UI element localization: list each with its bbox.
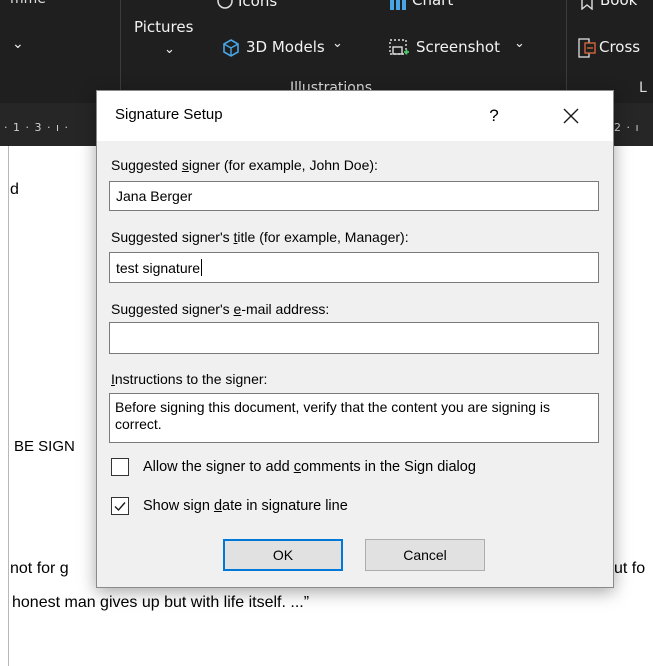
instructions-label: Instructions to the signer: bbox=[111, 371, 268, 387]
suggested-email-label: Suggested signer's e-mail address: bbox=[111, 301, 330, 317]
checkmark-icon bbox=[114, 502, 126, 512]
signature-setup-dialog: Signature Setup ? Suggested signer (for … bbox=[96, 90, 614, 588]
screenshot-button[interactable]: Screenshot bbox=[416, 38, 500, 56]
allow-comments-label[interactable]: Allow the signer to add comments in the … bbox=[143, 459, 476, 475]
cancel-button[interactable]: Cancel bbox=[365, 539, 485, 571]
pictures-button[interactable]: Pictures bbox=[134, 18, 193, 36]
suggested-signer-label: Suggested signer (for example, John Doe)… bbox=[111, 157, 378, 173]
3d-models-dropdown-icon[interactable]: ⌄ bbox=[332, 36, 343, 51]
bookmark-button[interactable]: Book bbox=[600, 0, 637, 9]
ribbon-separator bbox=[566, 0, 567, 90]
3d-models-icon bbox=[221, 38, 241, 62]
screenshot-icon bbox=[388, 38, 410, 62]
cross-reference-button[interactable]: Cross bbox=[599, 38, 640, 56]
pictures-dropdown-icon[interactable]: ⌄ bbox=[164, 42, 175, 57]
close-icon bbox=[563, 108, 579, 124]
suggested-signer-value: Jana Berger bbox=[116, 188, 193, 204]
document-text-fragment: honest man gives up but with life itself… bbox=[12, 594, 310, 611]
chart-icon bbox=[388, 0, 408, 14]
text-caret bbox=[201, 259, 203, 276]
screenshot-dropdown-icon[interactable]: ⌄ bbox=[514, 36, 525, 51]
help-button[interactable]: ? bbox=[477, 99, 511, 133]
document-text-fragment: not for g bbox=[10, 560, 69, 577]
show-sign-date-checkbox[interactable] bbox=[111, 497, 129, 515]
suggested-email-input[interactable] bbox=[109, 322, 599, 354]
ribbon-group-label-right: L bbox=[639, 80, 647, 96]
ruler-ticks-right: 2 · ı bbox=[614, 121, 640, 134]
suggested-title-value: test signature bbox=[116, 260, 201, 276]
close-button[interactable] bbox=[549, 99, 593, 133]
ribbon: mme ⌄ Pictures ⌄ Icons 3D Models ⌄ Chart… bbox=[0, 0, 653, 103]
ribbon-separator bbox=[120, 0, 121, 90]
instructions-textarea[interactable]: Before signing this document, verify tha… bbox=[109, 393, 599, 443]
show-sign-date-label[interactable]: Show sign date in signature line bbox=[143, 498, 348, 514]
suggested-title-input[interactable]: test signature bbox=[109, 252, 599, 283]
icons-button[interactable]: Icons bbox=[238, 0, 277, 10]
ribbon-fragment-top-left[interactable]: mme bbox=[10, 0, 46, 7]
icons-icon[interactable] bbox=[216, 0, 234, 14]
cross-reference-icon bbox=[578, 38, 596, 62]
chart-button[interactable]: Chart bbox=[412, 0, 453, 9]
ok-button[interactable]: OK bbox=[223, 539, 343, 571]
document-text-fragment: ut fo bbox=[614, 560, 646, 577]
ruler-ticks-left: · 1 · 3 · ı · bbox=[4, 121, 70, 134]
allow-comments-checkbox[interactable] bbox=[111, 458, 129, 476]
suggested-signer-input[interactable]: Jana Berger bbox=[109, 181, 599, 211]
suggested-title-label: Suggested signer's title (for example, M… bbox=[111, 229, 409, 245]
document-left-margin bbox=[8, 146, 9, 666]
instructions-value: Before signing this document, verify tha… bbox=[115, 399, 551, 432]
document-text-fragment: BE SIGN bbox=[14, 438, 75, 455]
3d-models-button[interactable]: 3D Models bbox=[246, 38, 325, 56]
dialog-title-bar[interactable]: Signature Setup ? bbox=[97, 91, 613, 141]
ribbon-dropdown-left-icon[interactable]: ⌄ bbox=[12, 36, 24, 52]
document-text-fragment: d bbox=[10, 181, 19, 198]
dialog-title: Signature Setup bbox=[115, 106, 223, 123]
bookmark-icon bbox=[580, 0, 594, 14]
